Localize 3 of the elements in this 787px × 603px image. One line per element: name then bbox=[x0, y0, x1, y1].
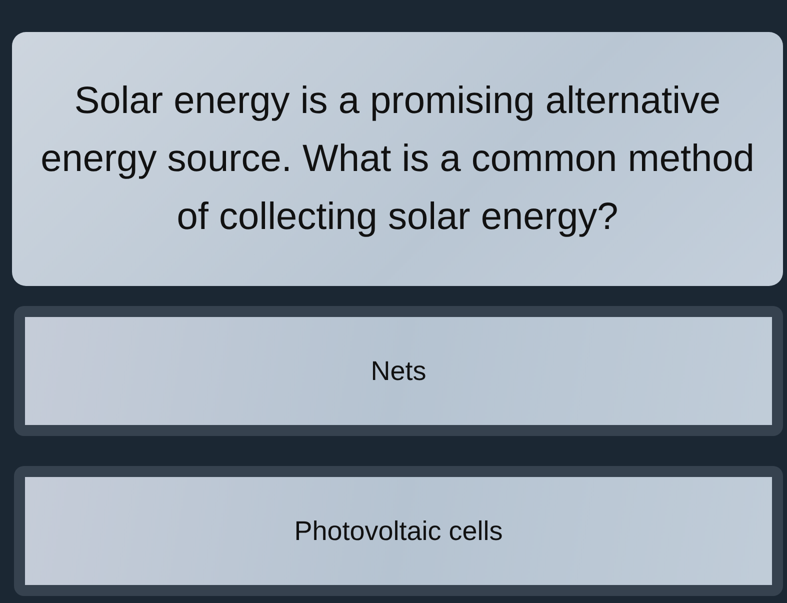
answer-option[interactable]: Photovoltaic cells bbox=[14, 466, 783, 596]
answer-option[interactable]: Nets bbox=[14, 306, 783, 436]
question-text: Solar energy is a promising alternative energy source. What is a common method of collecting solar energy? bbox=[12, 32, 783, 286]
